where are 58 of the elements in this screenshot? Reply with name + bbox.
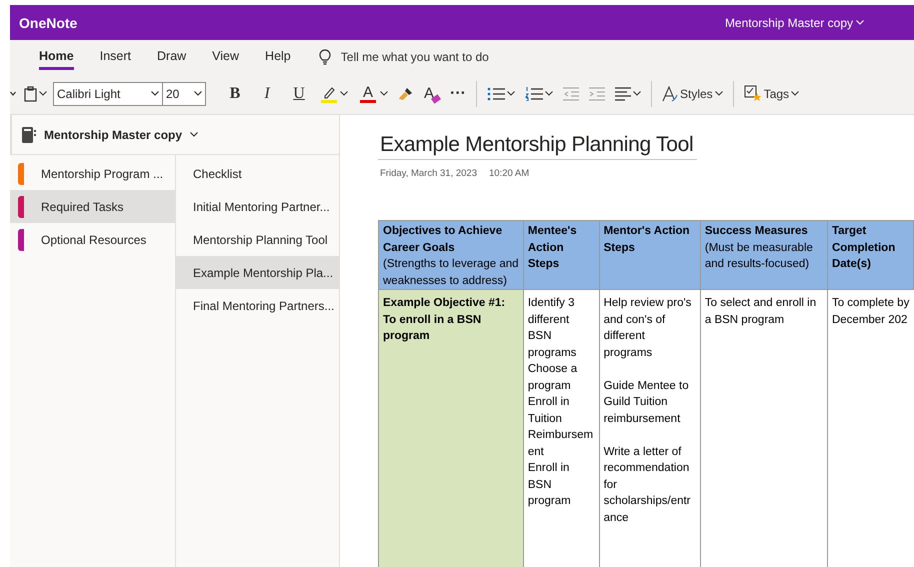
chevron-down-icon [380, 91, 388, 96]
chevron-down-icon [39, 91, 47, 96]
chevron-down-icon [190, 132, 198, 137]
page-date: Friday, March 31, 2023 [380, 168, 477, 179]
font-select[interactable]: Calibri Light [53, 82, 163, 106]
section-item[interactable]: Mentorship Program ... [10, 157, 175, 190]
objective-cell: Example Objective #1: To enroll in a BSN program [378, 290, 524, 567]
ribbon-tab[interactable]: View [212, 43, 240, 70]
page-item[interactable]: Mentorship Planning Tool [176, 223, 339, 256]
chevron-down-icon [194, 91, 202, 96]
table-cell: Help review pro's and con's of different programs Guide Mentee to Guild Tuition reimbursement Write a letter of recommendation for scholarships/entrance [599, 290, 700, 567]
section-item[interactable]: Required Tasks [10, 190, 175, 223]
chevron-down-icon [545, 91, 553, 96]
column-header: Mentor's Action Steps [599, 220, 700, 290]
page-title: Example Mentorship Planning Tool [378, 133, 698, 160]
chevron-down-icon [10, 91, 16, 96]
tag-icon [744, 85, 762, 102]
chevron-down-icon [633, 91, 641, 96]
column-header: Target Completion Date(s) [827, 220, 914, 290]
page-time: 10:20 AM [488, 168, 530, 179]
notebook-menu[interactable]: Mentorship Master copy [724, 16, 864, 30]
bold-button[interactable]: B [220, 84, 250, 102]
more-button[interactable]: ··· [446, 84, 470, 102]
lightbulb-icon [318, 48, 331, 64]
chevron-down-icon [714, 91, 723, 96]
table-cell: To complete by December 202 [827, 290, 914, 567]
clear-formatting-button[interactable]: A [420, 85, 438, 102]
notebook-header[interactable]: Mentorship Master copy [10, 115, 339, 155]
tell-me-field[interactable]: Tell me what you want to do [338, 48, 539, 64]
column-header: Mentee's Action Steps [523, 220, 600, 290]
table-cell: To select and enroll in a BSN program [700, 290, 828, 567]
size-select[interactable]: 20 [162, 82, 206, 106]
page-item[interactable]: Final Mentoring Partners... [176, 289, 339, 322]
chevron-down-icon [151, 91, 159, 96]
chevron-down-icon [791, 91, 800, 96]
chevron-down-icon [856, 20, 864, 25]
tags-button[interactable]: Tags [740, 85, 804, 102]
section-item[interactable]: Optional Resources [10, 223, 175, 256]
page-item[interactable]: Checklist [176, 157, 339, 190]
table-cell: Identify 3 different BSN programs Choose a program Enroll in Tuition Reimbursement Enroll in BSN program [523, 290, 600, 567]
styles-button[interactable]: Styles [658, 86, 727, 102]
page-item[interactable]: Initial Mentoring Partner... [176, 190, 339, 223]
chevron-down-icon [340, 91, 348, 96]
font-color-button[interactable]: A [354, 84, 392, 102]
app-name: OneNote [19, 14, 78, 30]
column-header: Objectives to Achieve Career Goals (Strengths to leverage and weaknesses to address) [378, 220, 524, 290]
ribbon-tab[interactable]: Home [39, 43, 74, 70]
underline-button[interactable]: U [284, 84, 314, 102]
ribbon-tab[interactable]: Insert [100, 43, 131, 70]
page-item[interactable]: Example Mentorship Pla... [176, 256, 339, 289]
ribbon-tab[interactable]: Help [265, 43, 291, 70]
styles-icon [662, 86, 678, 102]
italic-button[interactable]: I [252, 84, 282, 102]
column-header: Success Measures (Must be measurable and results-focused) [700, 220, 828, 290]
highlighter-icon [320, 84, 338, 102]
ribbon-tab[interactable]: Draw [157, 43, 186, 70]
notebook-icon [22, 126, 36, 142]
chevron-down-icon [507, 91, 515, 96]
